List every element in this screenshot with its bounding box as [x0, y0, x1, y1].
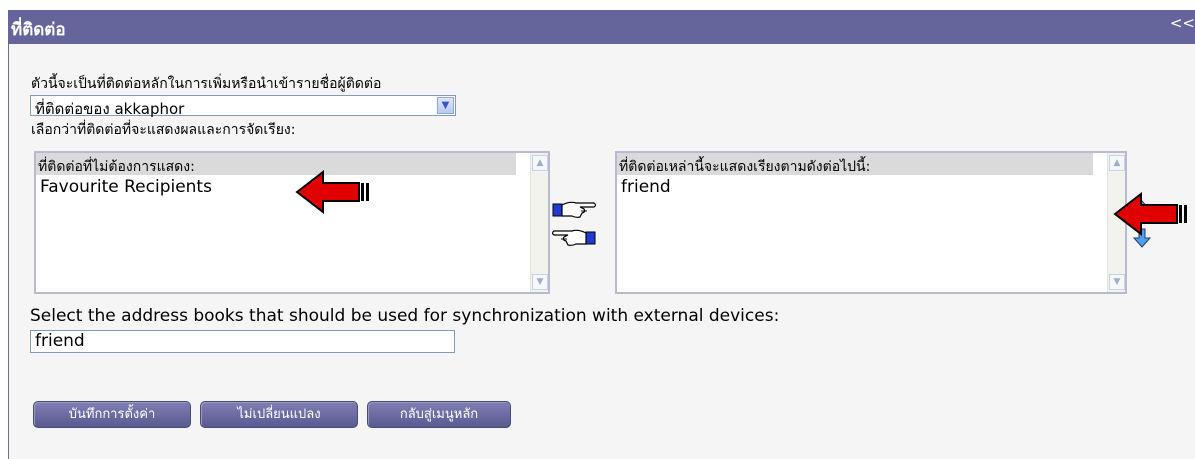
scroll-up-icon[interactable]: ▲: [1109, 155, 1125, 171]
save-button[interactable]: บันทึกการตั้งค่า: [33, 401, 191, 428]
annotation-arrow-icon: [295, 170, 369, 214]
sync-books-value: friend: [35, 331, 85, 351]
title-bar: ที่ติดต่อ <<: [8, 10, 1195, 44]
shown-books-list[interactable]: ที่ติดต่อเหล่านี้จะแสดงเรียงตามดังต่อไปน…: [615, 151, 1127, 294]
list-item[interactable]: friend: [621, 177, 671, 197]
sync-label: Select the address books that should be …: [30, 306, 780, 326]
move-left-hand-icon[interactable]: [550, 225, 596, 251]
chevron-down-icon[interactable]: ▼: [437, 97, 454, 114]
annotation-arrow-icon: [1113, 192, 1187, 236]
hidden-books-header: ที่ติดต่อที่ไม่ต้องการแสดง:: [36, 153, 516, 175]
hidden-books-list[interactable]: ที่ติดต่อที่ไม่ต้องการแสดง: Favourite Re…: [34, 151, 550, 294]
list-item[interactable]: Favourite Recipients: [40, 177, 212, 197]
scroll-up-icon[interactable]: ▲: [532, 155, 548, 171]
scroll-down-icon[interactable]: ▼: [1109, 274, 1125, 290]
default-book-label: ตัวนี้จะเป็นที่ติดต่อหลักในการเพิ่มหรือน…: [31, 76, 382, 92]
page-title: ที่ติดต่อ: [11, 20, 66, 40]
sync-books-field[interactable]: friend: [30, 330, 455, 353]
display-order-label: เลือกว่าที่ติดต่อที่จะแสดงผลและการจัดเรี…: [31, 122, 296, 138]
main-menu-button[interactable]: กลับสู่เมนูหลัก: [367, 401, 511, 428]
default-book-value: ที่ติดต่อของ akkaphor: [35, 100, 185, 118]
hidden-books-scrollbar[interactable]: ▲ ▼: [530, 153, 548, 292]
scroll-down-icon[interactable]: ▼: [532, 274, 548, 290]
move-right-hand-icon[interactable]: [552, 197, 598, 223]
collapse-button[interactable]: <<: [1170, 14, 1195, 32]
cancel-button[interactable]: ไม่เปลี่ยนแปลง: [200, 401, 358, 428]
shown-books-header: ที่ติดต่อเหล่านี้จะแสดงเรียงตามดังต่อไปน…: [617, 153, 1093, 175]
default-book-select[interactable]: ที่ติดต่อของ akkaphor ▼: [30, 95, 456, 118]
